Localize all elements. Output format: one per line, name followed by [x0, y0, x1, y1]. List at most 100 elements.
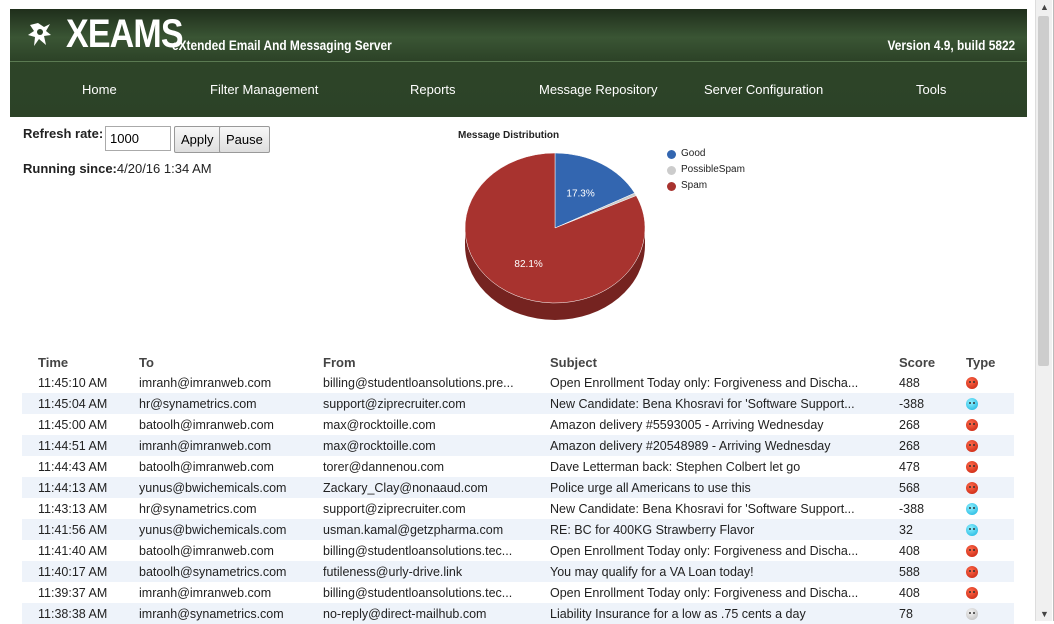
cell-time: 11:44:13 AM [22, 477, 139, 498]
cell-time: 11:41:56 AM [22, 519, 139, 540]
col-time[interactable]: Time [22, 352, 139, 372]
cell-from: max@rocktoille.com [323, 435, 550, 456]
nav-server-configuration[interactable]: Server Configuration [704, 82, 823, 97]
cell-type [966, 435, 1014, 456]
nav-message-repository[interactable]: Message Repository [539, 82, 658, 97]
table-row[interactable]: 11:45:04 AM hr@synametrics.com support@zip… [22, 393, 1014, 414]
good-face-icon [966, 398, 978, 411]
cell-to: hr@synametrics.com [139, 501, 257, 516]
running-since: Running since:4/20/16 1:34 AM [23, 161, 212, 176]
nav-filter-management[interactable]: Filter Management [210, 82, 318, 97]
legend-item-good[interactable]: Good [667, 146, 745, 162]
table-row[interactable]: 11:45:10 AM imranh@imranweb.com billing@st… [22, 372, 1014, 393]
table-row[interactable]: 11:41:56 AM yunus@bwichemicals.com usman.k… [22, 519, 1014, 540]
col-from[interactable]: From [323, 352, 550, 372]
cell-type [966, 372, 1014, 393]
cell-to: batoolh@imranweb.com [139, 459, 274, 474]
cell-to: imranh@imranweb.com [139, 585, 272, 600]
pie-chart: 17.3% 82.1% [464, 152, 646, 320]
refresh-controls: Refresh rate: Apply Pause [23, 126, 270, 153]
cell-type [966, 477, 1014, 498]
col-score[interactable]: Score [899, 352, 966, 372]
pause-button[interactable]: Pause [219, 126, 270, 153]
table-row[interactable]: 11:45:00 AM batoolh@imranweb.com max@rockt… [22, 414, 1014, 435]
scroll-up-arrow-icon[interactable]: ▲ [1040, 2, 1049, 12]
table-row[interactable]: 11:43:13 AM hr@synametrics.com support@zip… [22, 498, 1014, 519]
cell-type [966, 561, 1014, 582]
bad-face-icon [966, 440, 978, 453]
legend-item-spam[interactable]: Spam [667, 178, 745, 194]
cell-score: 488 [899, 375, 920, 390]
refresh-rate-input[interactable] [105, 126, 171, 151]
cell-type [966, 519, 1014, 540]
cell-score: -388 [899, 393, 966, 414]
cell-from: support@ziprecruiter.com [323, 501, 466, 516]
table-row[interactable]: 11:41:40 AM batoolh@imranweb.com billing@s… [22, 540, 1014, 561]
cell-from: usman.kamal@getzpharma.com [323, 519, 550, 540]
vertical-scrollbar[interactable]: ▲ ▼ [1035, 0, 1052, 621]
table-row[interactable]: 11:44:51 AM imranh@imranweb.com max@rockto… [22, 435, 1014, 456]
cell-type [966, 456, 1014, 477]
bad-face-icon [966, 566, 978, 579]
legend-label: Spam [681, 180, 708, 191]
cell-score: 268 [899, 435, 966, 456]
legend-label: Good [681, 148, 706, 159]
cell-score: 478 [899, 459, 920, 474]
app-tagline: eXtended Email And Messaging Server [172, 37, 392, 53]
table-header-row: Time To From Subject Score Type [22, 352, 1014, 372]
cell-to: yunus@bwichemicals.com [139, 519, 323, 540]
apply-button[interactable]: Apply [174, 126, 221, 153]
table-row[interactable]: 11:44:13 AM yunus@bwichemicals.com Zackary… [22, 477, 1014, 498]
col-type[interactable]: Type [966, 352, 1014, 372]
legend-label: PossibleSpam [681, 164, 745, 175]
bad-face-icon [966, 482, 978, 495]
cell-subject: New Candidate: Bena Khosravi for 'Softwa… [550, 501, 855, 516]
scroll-thumb[interactable] [1038, 16, 1049, 366]
cell-subject: Police urge all Americans to use this [550, 477, 899, 498]
good-face-icon [966, 524, 978, 537]
nav-reports[interactable]: Reports [410, 82, 456, 97]
cell-score: 408 [899, 543, 920, 558]
col-subject[interactable]: Subject [550, 352, 899, 372]
cell-from: billing@studentloansolutions.tec... [323, 585, 513, 600]
cell-time: 11:44:43 AM [38, 459, 108, 474]
cell-to: yunus@bwichemicals.com [139, 477, 323, 498]
cell-time: 11:41:40 AM [38, 543, 108, 558]
good-face-icon [966, 503, 978, 516]
cell-from: torer@dannenou.com [323, 459, 445, 474]
cell-to: imranh@imranweb.com [139, 435, 323, 456]
cell-score: -388 [899, 501, 925, 516]
cell-score: 32 [899, 519, 966, 540]
cell-to: hr@synametrics.com [139, 393, 323, 414]
cell-time: 11:45:10 AM [38, 375, 108, 390]
cell-type [966, 498, 1014, 519]
message-distribution-chart: Message Distribution 17.3% 82.1% Good Poss… [455, 128, 815, 328]
cell-from: billing@studentloansolutions.pre... [323, 375, 514, 390]
cell-subject: Amazon delivery #20548989 - Arriving Wed… [550, 435, 899, 456]
cell-to: batoolh@imranweb.com [139, 543, 274, 558]
bad-face-icon [966, 461, 978, 474]
table-row[interactable]: 11:39:37 AM imranh@imranweb.com billing@st… [22, 582, 1014, 603]
cell-subject: Open Enrollment Today only: Forgiveness … [550, 585, 859, 600]
bad-face-icon [966, 545, 978, 558]
app-header: XEAMS eXtended Email And Messaging Serve… [10, 9, 1027, 117]
legend-dot-icon [667, 150, 676, 159]
version-label: Version 4.9, build 5822 [887, 37, 1015, 53]
cell-time: 11:39:37 AM [38, 585, 108, 600]
cell-time: 11:43:13 AM [38, 501, 108, 516]
cell-subject: Open Enrollment Today only: Forgiveness … [550, 543, 859, 558]
cell-subject: New Candidate: Bena Khosravi for 'Softwa… [550, 393, 899, 414]
cell-to: batoolh@synametrics.com [139, 561, 323, 582]
table-row[interactable]: 11:40:17 AM batoolh@synametrics.com futile… [22, 561, 1014, 582]
cell-time: 11:45:00 AM [38, 417, 108, 432]
legend-item-possiblespam[interactable]: PossibleSpam [667, 162, 745, 178]
nav-home[interactable]: Home [82, 82, 117, 97]
main-nav: Home Filter Management Reports Message R… [10, 62, 1027, 117]
cell-from: Zackary_Clay@nonaaud.com [323, 477, 550, 498]
legend-dot-icon [667, 166, 676, 175]
nav-tools[interactable]: Tools [916, 82, 946, 97]
col-to[interactable]: To [139, 352, 323, 372]
scroll-down-arrow-icon[interactable]: ▼ [1040, 609, 1049, 619]
banner: XEAMS eXtended Email And Messaging Serve… [10, 9, 1027, 62]
table-row[interactable]: 11:44:43 AM batoolh@imranweb.com torer@dan… [22, 456, 1014, 477]
